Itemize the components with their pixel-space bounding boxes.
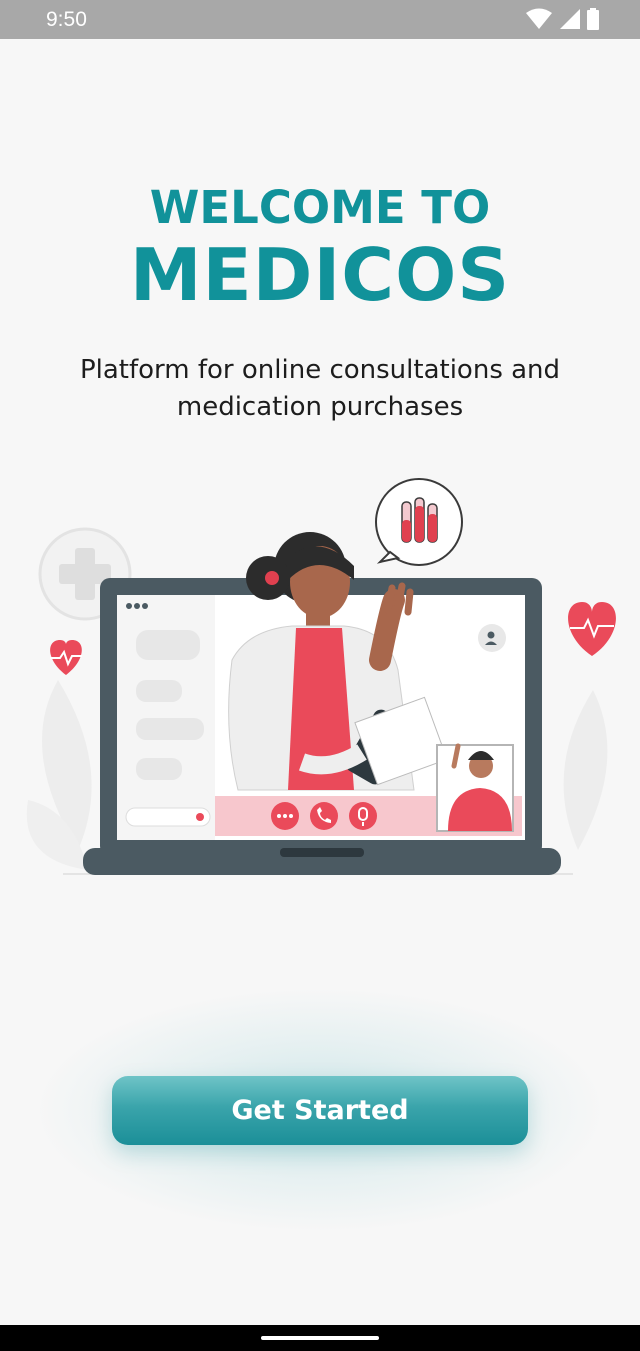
chat-sidebar: [117, 595, 215, 840]
doctor-video-consult-illustration: [26, 478, 616, 875]
welcome-heading: WELCOME TO MEDICOS: [0, 180, 640, 314]
home-indicator[interactable]: [261, 1336, 379, 1340]
patient-video-inset: [436, 743, 514, 832]
battery-icon: [587, 8, 599, 30]
leaf-decoration-right: [563, 690, 608, 850]
video-call-panel: [215, 532, 522, 836]
heart-icon: [50, 640, 82, 675]
welcome-subtitle: Platform for online consultations and me…: [79, 355, 561, 422]
heart-icon: [568, 602, 616, 656]
wifi-icon: [526, 8, 552, 29]
phone-icon: [310, 802, 338, 830]
welcome-title-line1: WELCOME TO: [149, 181, 491, 234]
app-name-title: MEDICOS: [129, 233, 511, 317]
more-icon: [271, 802, 299, 830]
leaf-decoration-left: [26, 680, 92, 870]
status-time: 9:50: [46, 8, 87, 31]
navigation-bar: [0, 1325, 640, 1351]
get-started-button[interactable]: Get Started: [112, 1076, 528, 1145]
status-icons: [526, 8, 600, 30]
microphone-icon: [349, 802, 377, 830]
cellular-signal-icon: [560, 9, 580, 29]
status-bar: 9:50: [0, 0, 640, 39]
chart-bubble-icon: [375, 478, 463, 566]
